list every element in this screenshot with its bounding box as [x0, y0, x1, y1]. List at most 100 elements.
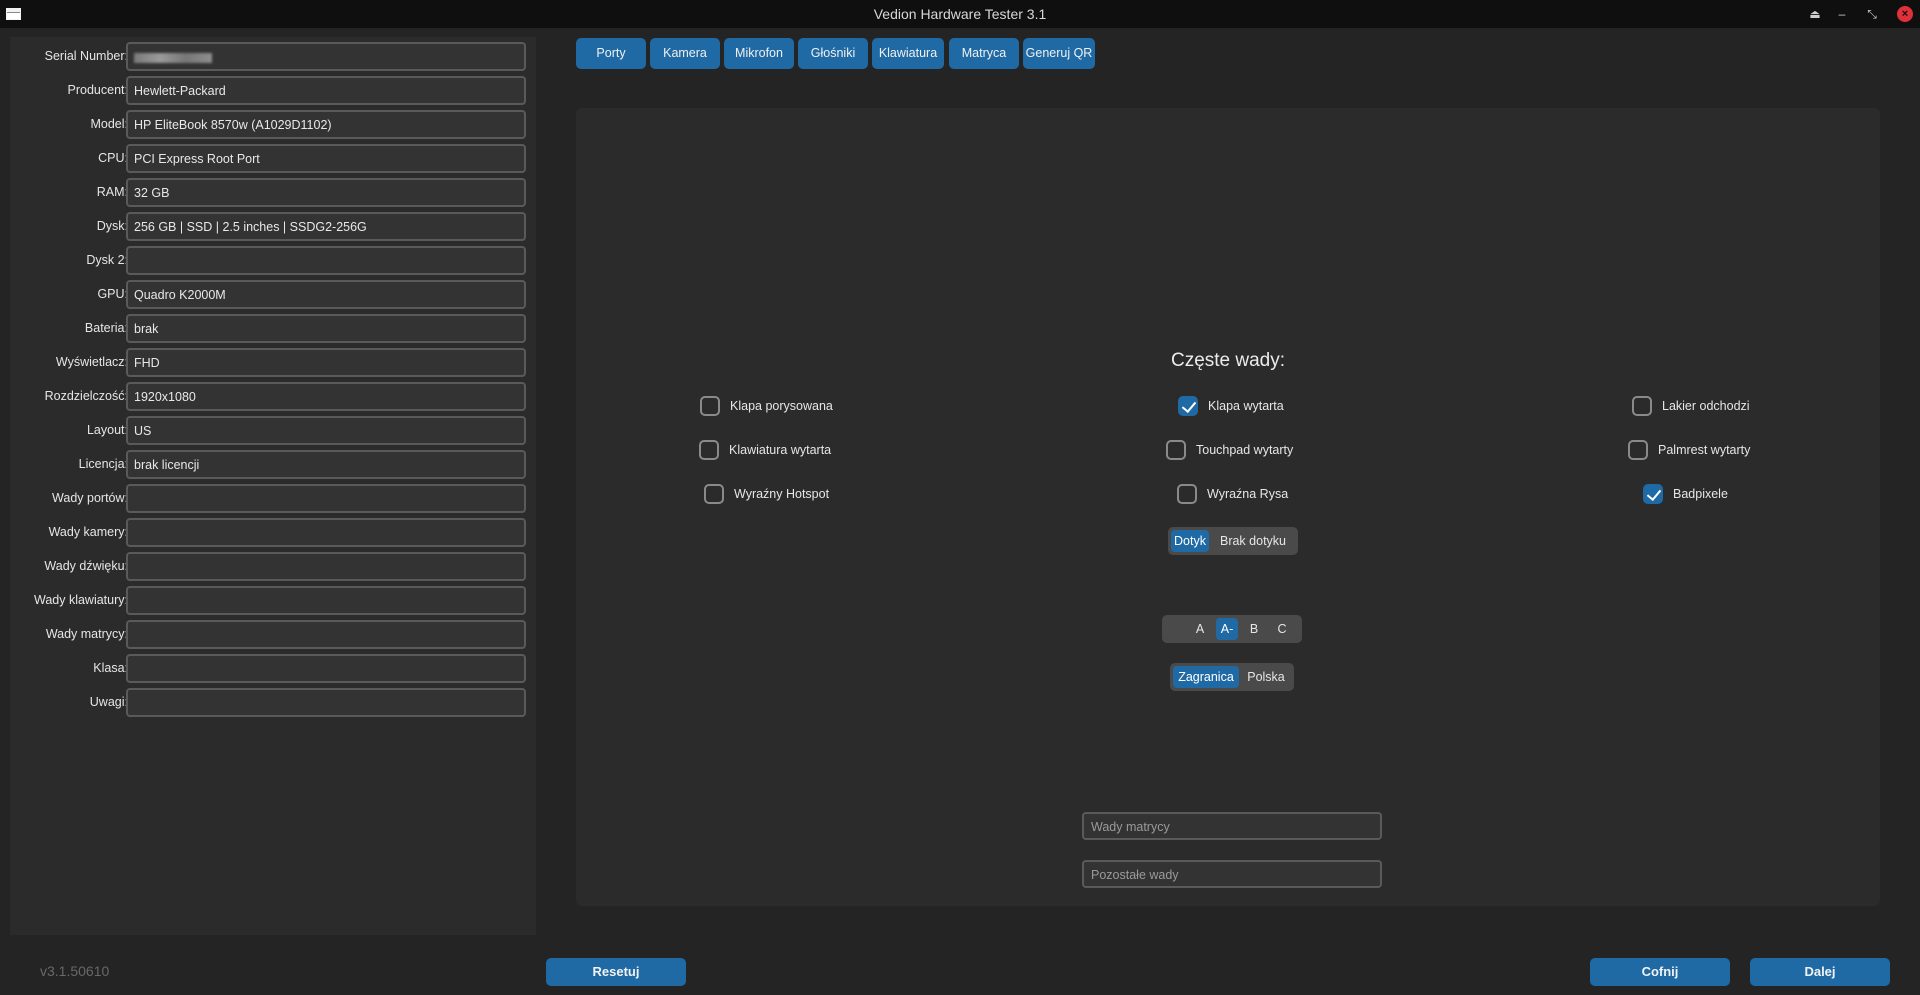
sound-defects-field[interactable]: [126, 552, 526, 581]
matrix-defects-field[interactable]: [126, 620, 526, 649]
ram-field[interactable]: 32 GB: [126, 178, 526, 207]
field-row-dysk: Dysk: 256 GB | SSD | 2.5 inches | SSDG2-…: [10, 211, 536, 241]
field-label: Producent:: [67, 83, 128, 97]
class-field[interactable]: [126, 654, 526, 683]
eject-icon[interactable]: ⏏: [1807, 6, 1823, 22]
field-row-model: Model: HP EliteBook 8570w (A1029D1102): [10, 109, 536, 139]
field-label: Wady matrycy:: [45, 627, 128, 641]
checkbox-label: Touchpad wytarty: [1196, 443, 1294, 457]
field-row-wyswietlacz: Wyświetlacz: FHD: [10, 347, 536, 377]
checkbox-label: Lakier odchodzi: [1662, 399, 1750, 413]
field-label: Rozdzielczość:: [44, 389, 128, 403]
disk-field[interactable]: 256 GB | SSD | 2.5 inches | SSDG2-256G: [126, 212, 526, 241]
keyboard-defects-field[interactable]: [126, 586, 526, 615]
defects-panel: Częste wady: Klapa porysowana Klapa wyta…: [576, 108, 1880, 906]
checkbox-label: Klawiatura wytarta: [729, 443, 832, 457]
back-button[interactable]: Cofnij: [1590, 958, 1730, 986]
redacted-serial: [134, 52, 212, 63]
checkbox-label: Wyraźna Rysa: [1207, 487, 1289, 501]
model-field[interactable]: HP EliteBook 8570w (A1029D1102): [126, 110, 526, 139]
tab-glosniki[interactable]: Głośniki: [798, 38, 868, 69]
checkbox-box-checked[interactable]: [1178, 396, 1198, 416]
resolution-field[interactable]: 1920x1080: [126, 382, 526, 411]
notes-field[interactable]: [126, 688, 526, 717]
checkbox-label: Palmrest wytarty: [1658, 443, 1751, 457]
field-row-gpu: GPU: Quadro K2000M: [10, 279, 536, 309]
checkbox-box[interactable]: [1632, 396, 1652, 416]
tab-mikrofon[interactable]: Mikrofon: [724, 38, 794, 69]
checkbox-box[interactable]: [700, 396, 720, 416]
producent-field[interactable]: Hewlett-Packard: [126, 76, 526, 105]
touch-option-brak-dotyku[interactable]: Brak dotyku: [1211, 530, 1295, 552]
field-row-bateria: Bateria: brak: [10, 313, 536, 343]
tab-kamera[interactable]: Kamera: [650, 38, 720, 69]
field-label: Klasa:: [93, 661, 128, 675]
reset-button[interactable]: Resetuj: [546, 958, 686, 986]
display-field[interactable]: FHD: [126, 348, 526, 377]
field-row-klasa: Klasa:: [10, 653, 536, 683]
field-row-serial-number: Serial Number:: [10, 41, 536, 71]
checkbox-box-checked[interactable]: [1643, 484, 1663, 504]
field-label: Dysk:: [96, 219, 128, 233]
grade-option-a-minus[interactable]: A-: [1216, 618, 1238, 640]
minimize-icon[interactable]: –: [1834, 6, 1850, 22]
origin-option-polska[interactable]: Polska: [1241, 666, 1291, 688]
field-row-layout: Layout: US: [10, 415, 536, 445]
grade-segmented-control: A A- B C: [1162, 615, 1302, 643]
field-label: RAM:: [96, 185, 128, 199]
checkbox-box[interactable]: [1177, 484, 1197, 504]
battery-field[interactable]: brak: [126, 314, 526, 343]
checkbox-box[interactable]: [704, 484, 724, 504]
layout-field[interactable]: US: [126, 416, 526, 445]
tab-generuj-qr[interactable]: Generuj QR: [1023, 38, 1095, 69]
section-title: Częste wady:: [1170, 350, 1286, 371]
restore-icon[interactable]: ⤡: [1864, 6, 1880, 22]
disk-2-field[interactable]: [126, 246, 526, 275]
field-row-licencja: Licencja: brak licencji: [10, 449, 536, 479]
field-label: CPU:: [98, 151, 128, 165]
checkbox-label: Badpixele: [1673, 487, 1728, 501]
field-row-wady-matrycy: Wady matrycy:: [10, 619, 536, 649]
field-row-wady-portow: Wady portów:: [10, 483, 536, 513]
checkbox-box[interactable]: [699, 440, 719, 460]
field-label: Licencja:: [78, 457, 128, 471]
tab-porty[interactable]: Porty: [576, 38, 646, 69]
other-defects-input[interactable]: Pozostałe wady: [1082, 860, 1382, 888]
device-info-panel: Serial Number: Producent: Hewlett-Packar…: [10, 37, 536, 935]
field-row-wady-klawiatury: Wady klawiatury:: [10, 585, 536, 615]
origin-option-zagranica[interactable]: Zagranica: [1173, 666, 1239, 688]
serial-number-field[interactable]: [126, 42, 526, 71]
field-row-cpu: CPU: PCI Express Root Port: [10, 143, 536, 173]
field-label: Dysk 2:: [86, 253, 128, 267]
tab-klawiatura[interactable]: Klawiatura: [872, 38, 944, 69]
version-label: v3.1.50610: [40, 963, 110, 979]
field-label: Layout:: [86, 423, 128, 437]
field-row-wady-kamery: Wady kamery:: [10, 517, 536, 547]
close-icon[interactable]: ×: [1897, 6, 1913, 22]
field-label: Wady klawiatury:: [33, 593, 128, 607]
field-row-rozdzielczosc: Rozdzielczość: 1920x1080: [10, 381, 536, 411]
window-title: Vedion Hardware Tester 3.1: [873, 6, 1047, 22]
touch-segmented-control: Dotyk Brak dotyku: [1168, 527, 1298, 555]
field-row-producent: Producent: Hewlett-Packard: [10, 75, 536, 105]
cpu-field[interactable]: PCI Express Root Port: [126, 144, 526, 173]
field-label: Wady kamery:: [48, 525, 128, 539]
checkbox-label: Wyraźny Hotspot: [734, 487, 830, 501]
port-defects-field[interactable]: [126, 484, 526, 513]
field-label: Wady portów:: [52, 491, 128, 505]
next-button[interactable]: Dalej: [1750, 958, 1890, 986]
field-row-dysk-2: Dysk 2:: [10, 245, 536, 275]
gpu-field[interactable]: Quadro K2000M: [126, 280, 526, 309]
title-bar: Vedion Hardware Tester 3.1 ⏏ – ⤡ ×: [0, 0, 1920, 28]
touch-option-dotyk[interactable]: Dotyk: [1171, 530, 1209, 552]
grade-option-b[interactable]: B: [1242, 618, 1266, 640]
matrix-defects-input[interactable]: Wady matrycy: [1082, 812, 1382, 840]
checkbox-box[interactable]: [1166, 440, 1186, 460]
grade-option-c[interactable]: C: [1270, 618, 1294, 640]
tab-matryca[interactable]: Matryca: [949, 38, 1019, 69]
camera-defects-field[interactable]: [126, 518, 526, 547]
grade-option-a[interactable]: A: [1188, 618, 1212, 640]
origin-segmented-control: Zagranica Polska: [1170, 663, 1294, 691]
license-field[interactable]: brak licencji: [126, 450, 526, 479]
checkbox-box[interactable]: [1628, 440, 1648, 460]
